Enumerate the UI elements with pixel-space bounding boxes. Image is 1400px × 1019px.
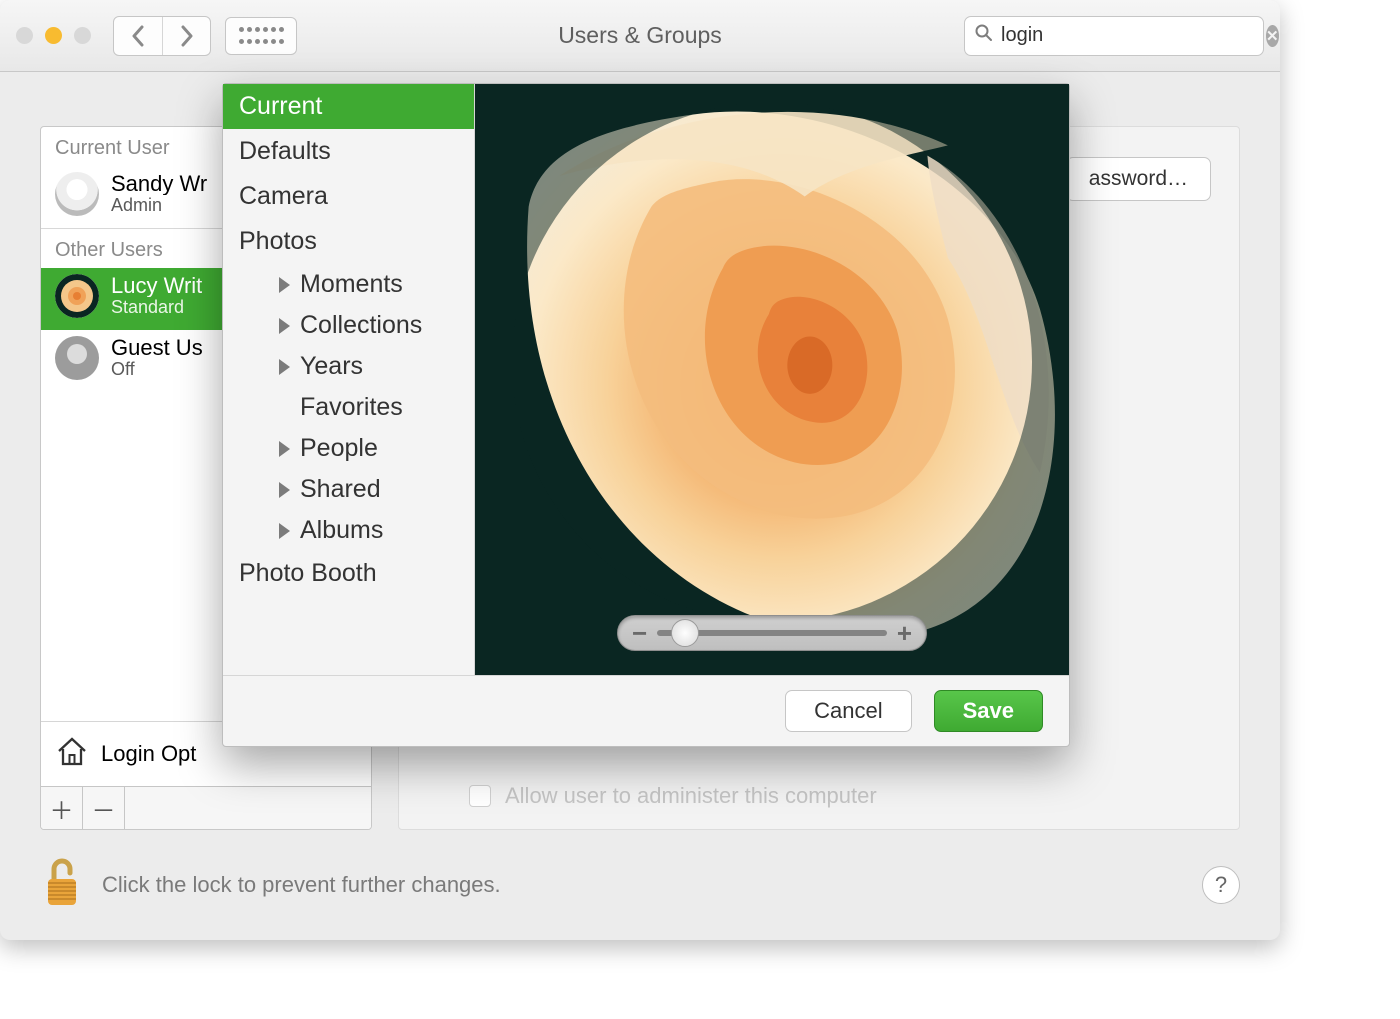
admin-checkbox[interactable] [469, 785, 491, 807]
back-button[interactable] [114, 17, 162, 55]
forward-button[interactable] [162, 17, 210, 55]
source-current[interactable]: Current [223, 84, 474, 129]
source-shared[interactable]: Shared [223, 469, 474, 510]
window-footer: Click the lock to prevent further change… [0, 830, 1280, 940]
picture-picker-popover: Current Defaults Camera Photos Moments C… [222, 83, 1070, 747]
disclosure-triangle-icon [279, 277, 290, 293]
minimize-window-button[interactable] [45, 27, 62, 44]
clear-search-button[interactable]: ✕ [1266, 25, 1279, 47]
add-user-button[interactable]: ＋ [41, 787, 83, 829]
avatar [55, 274, 99, 318]
close-window-button[interactable] [16, 27, 33, 44]
login-options-label: Login Opt [101, 741, 196, 767]
reset-password-button[interactable]: assword… [1066, 157, 1211, 201]
disclosure-triangle-icon [279, 523, 290, 539]
popover-footer: Cancel Save [223, 675, 1069, 746]
zoom-window-button[interactable] [74, 27, 91, 44]
lock-text: Click the lock to prevent further change… [102, 872, 501, 898]
rose-image [475, 84, 1069, 675]
source-moments[interactable]: Moments [223, 264, 474, 305]
help-button[interactable]: ? [1202, 866, 1240, 904]
sidebar-spacer [125, 787, 371, 829]
disclosure-triangle-icon [279, 359, 290, 375]
user-role: Admin [111, 195, 207, 216]
disclosure-triangle-icon [279, 441, 290, 457]
show-all-button[interactable] [225, 17, 297, 55]
cancel-button[interactable]: Cancel [785, 690, 911, 732]
zoom-out-icon[interactable]: − [632, 618, 647, 649]
user-name: Lucy Writ [111, 274, 202, 297]
source-years[interactable]: Years [223, 346, 474, 387]
avatar [55, 172, 99, 216]
window-controls [16, 27, 91, 44]
picture-preview[interactable]: − + [475, 84, 1069, 675]
source-albums[interactable]: Albums [223, 510, 474, 551]
nav-buttons [113, 16, 211, 56]
zoom-in-icon[interactable]: + [897, 618, 912, 649]
source-people[interactable]: People [223, 428, 474, 469]
search-field[interactable]: ✕ [964, 16, 1264, 56]
admin-checkbox-label: Allow user to administer this computer [505, 783, 877, 809]
user-name: Sandy Wr [111, 172, 207, 195]
user-role: Standard [111, 297, 202, 318]
lock-icon[interactable] [40, 855, 84, 916]
source-photobooth[interactable]: Photo Booth [223, 551, 474, 596]
save-button[interactable]: Save [934, 690, 1043, 732]
avatar [55, 336, 99, 380]
source-photos[interactable]: Photos [223, 219, 474, 264]
house-icon [55, 734, 89, 774]
zoom-thumb[interactable] [671, 619, 699, 647]
zoom-track[interactable] [657, 630, 887, 636]
sidebar-footer: ＋ － [41, 786, 371, 829]
admin-checkbox-row: Allow user to administer this computer [469, 783, 877, 809]
preferences-window: Users & Groups ✕ Current User Sandy Wr A… [0, 0, 1280, 940]
source-defaults[interactable]: Defaults [223, 129, 474, 174]
user-name: Guest Us [111, 336, 203, 359]
source-camera[interactable]: Camera [223, 174, 474, 219]
source-favorites[interactable]: Favorites [223, 387, 474, 428]
picture-source-list: Current Defaults Camera Photos Moments C… [223, 84, 475, 675]
zoom-slider[interactable]: − + [617, 615, 927, 651]
search-icon [975, 24, 993, 48]
remove-user-button[interactable]: － [83, 787, 125, 829]
user-role: Off [111, 359, 203, 380]
disclosure-triangle-icon [279, 482, 290, 498]
disclosure-triangle-icon [279, 318, 290, 334]
source-collections[interactable]: Collections [223, 305, 474, 346]
spacer [279, 400, 290, 416]
titlebar: Users & Groups ✕ [0, 0, 1280, 72]
search-input[interactable] [1001, 24, 1266, 47]
